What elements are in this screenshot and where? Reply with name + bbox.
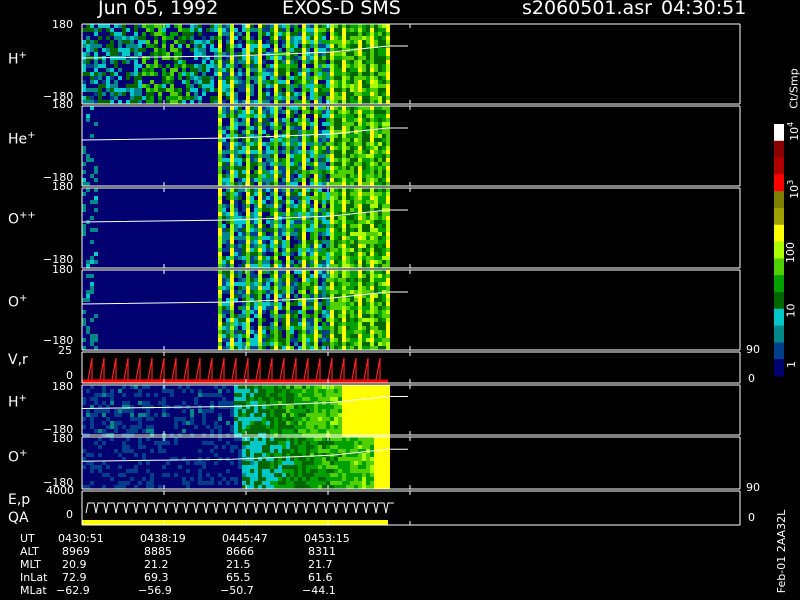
ephemeris-inlat-4: 61.6 [308, 571, 333, 584]
colorbar-tick-10: 10 [784, 303, 798, 318]
ephemeris-ut-2: 0438:19 [140, 532, 186, 545]
ephemeris-ut-3: 0445:47 [222, 532, 268, 545]
ephemeris-mlat-1: −62.9 [56, 584, 90, 597]
panel-label-vr: V,r [8, 352, 28, 368]
footer-vertical-code: Feb-01 2AA32L [775, 509, 789, 594]
y-tick-p5-top: 25 [58, 344, 72, 357]
ephemeris-label-mlat: MLat [20, 584, 47, 597]
ephemeris-ut-1: 0430:51 [58, 532, 104, 545]
ephemeris-alt-4: 8311 [308, 545, 336, 558]
y-tick-p1-top: 180 [52, 18, 73, 31]
colorbar-swatch-1 [774, 124, 784, 142]
colorbar-swatch-15 [774, 359, 784, 377]
ephemeris-ut-4: 0453:15 [304, 532, 350, 545]
panel-5 [81, 351, 741, 384]
colorbar-tick-100: 100 [784, 242, 797, 263]
colorbar-swatch-10 [774, 275, 784, 293]
panel-label-h-plus-1: H+ [8, 50, 27, 68]
colorbar-tick-1: 1 [785, 361, 798, 368]
panel-6 [81, 384, 741, 437]
colorbar-swatch-4 [774, 174, 784, 192]
panel-7 [81, 436, 741, 490]
ephemeris-label-ut: UT [20, 532, 35, 545]
colorbar-unit-label: Ct/Smp [787, 68, 800, 109]
colorbar-swatch-13 [774, 325, 784, 343]
colorbar-tick-10-3: 103 [786, 179, 800, 199]
y-tick-p3-top: 180 [52, 180, 73, 193]
ephemeris-alt-1: 8969 [62, 545, 90, 558]
y-tick-p2-top: 180 [52, 98, 73, 111]
right-tick-p8-top: 90 [746, 481, 760, 494]
y-tick-p7-top: 180 [52, 432, 73, 445]
panel-label-o-plus-1: O+ [8, 293, 28, 311]
ephemeris-label-mlt: MLT [20, 558, 41, 571]
colorbar-swatch-9 [774, 258, 784, 276]
ephemeris-mlat-4: −44.1 [302, 584, 336, 597]
colorbar-swatch-3 [774, 157, 784, 175]
colorbar-swatch-6 [774, 208, 784, 226]
colorbar-swatch-8 [774, 241, 784, 259]
ephemeris-mlt-3: 21.5 [226, 558, 251, 571]
ephemeris-alt-2: 8885 [144, 545, 172, 558]
ephemeris-mlt-1: 20.9 [62, 558, 87, 571]
panel-2 [81, 105, 741, 187]
y-tick-p8-top: 4000 [46, 484, 74, 497]
panel-3 [81, 187, 741, 269]
colorbar-swatch-7 [774, 224, 784, 243]
colorbar-swatch-2 [774, 140, 784, 159]
ephemeris-inlat-2: 69.3 [144, 571, 169, 584]
ephemeris-inlat-1: 72.9 [62, 571, 87, 584]
right-tick-p8-bottom: 0 [748, 511, 755, 524]
panel-4 [81, 269, 741, 351]
ephemeris-mlat-3: −50.7 [220, 584, 254, 597]
ephemeris-label-inlat: InLat [20, 571, 48, 584]
panel-label-h-plus-2: H+ [8, 393, 27, 411]
ephemeris-mlt-4: 21.7 [308, 558, 333, 571]
ephemeris-mlat-2: −56.9 [138, 584, 172, 597]
y-tick-p6-top: 180 [52, 380, 73, 393]
colorbar-swatch-11 [774, 292, 784, 310]
panel-label-qa: QA [8, 510, 29, 526]
right-tick-p5-top: 90 [746, 343, 760, 356]
colorbar-tick-10-4: 104 [786, 121, 800, 141]
panel-label-he-plus: He+ [8, 130, 36, 148]
panel-1 [81, 23, 741, 105]
y-tick-p8-bottom: 0 [66, 508, 73, 521]
panel-label-ep: E,p [8, 492, 31, 508]
panel-8 [81, 490, 741, 526]
ephemeris-alt-3: 8666 [226, 545, 254, 558]
ephemeris-label-alt: ALT [20, 545, 39, 558]
panel-label-o-plus-2: O+ [8, 448, 28, 466]
colorbar-swatch-5 [774, 191, 784, 209]
y-tick-p4-top: 180 [52, 263, 73, 276]
ephemeris-mlt-2: 21.2 [144, 558, 169, 571]
colorbar-swatch-14 [774, 342, 784, 360]
spectrogram-plot [81, 23, 784, 526]
right-tick-p5-bottom: 0 [748, 372, 755, 385]
colorbar-swatch-12 [774, 308, 784, 327]
panel-label-o-plusplus: O++ [8, 210, 36, 228]
ephemeris-inlat-3: 65.5 [226, 571, 251, 584]
